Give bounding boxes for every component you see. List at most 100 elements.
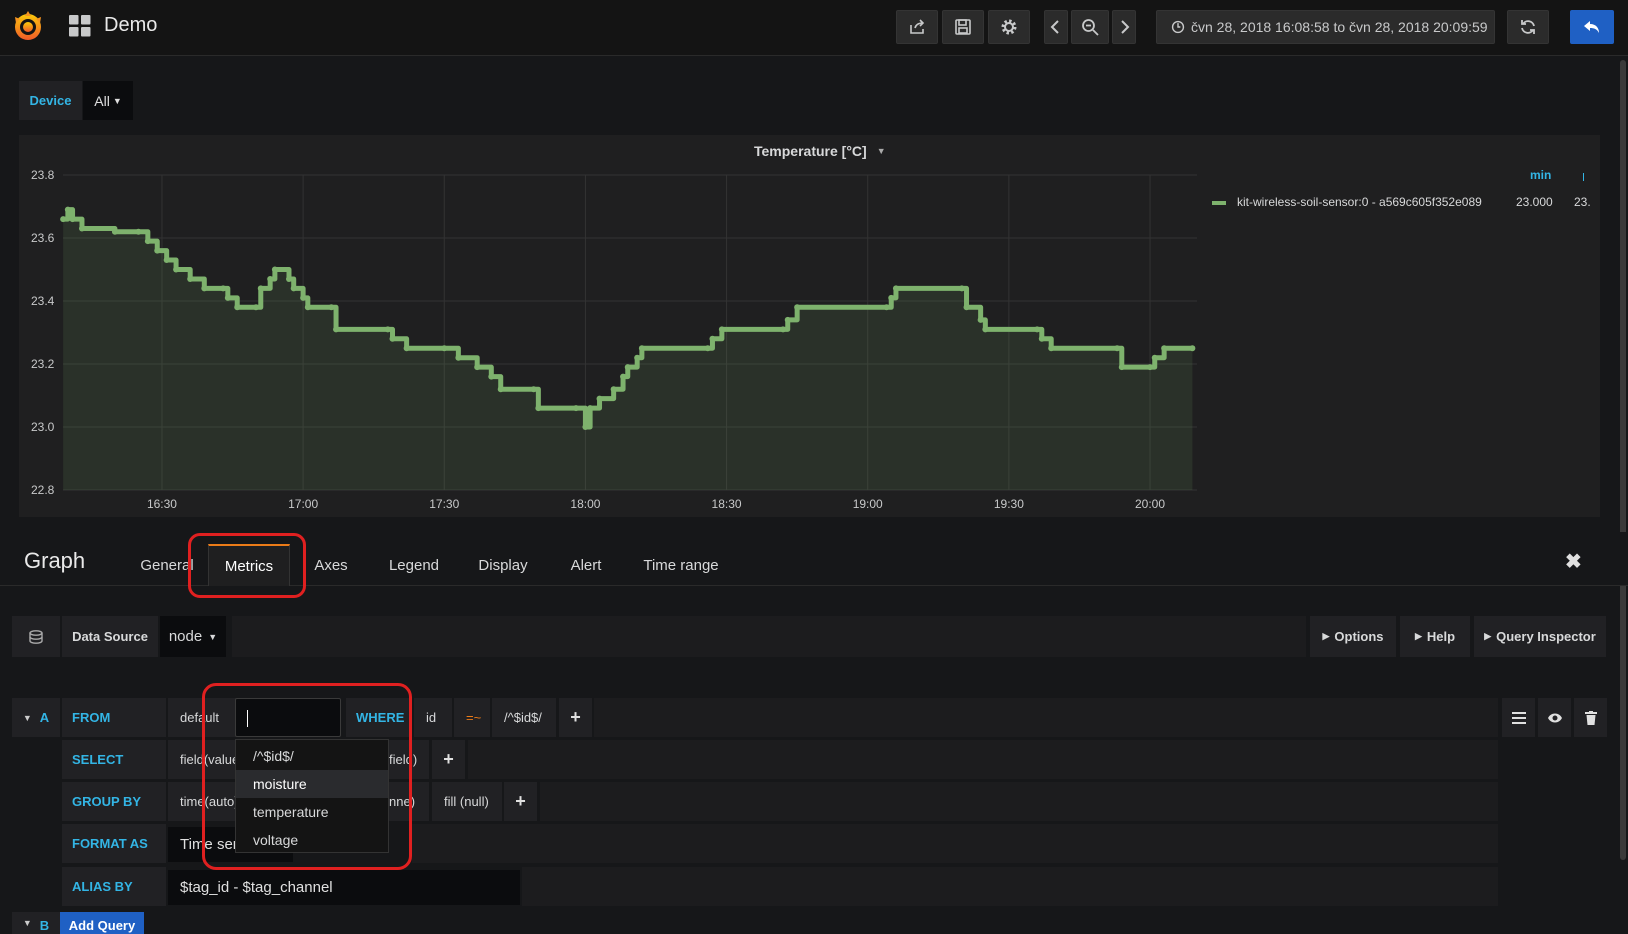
series-point xyxy=(1161,345,1168,352)
tab-legend[interactable]: Legend xyxy=(382,544,446,586)
add-query-button[interactable]: Add Query xyxy=(60,912,144,934)
series-point xyxy=(441,345,448,352)
format-as-label: FORMAT AS xyxy=(62,824,166,863)
x-tick-label: 19:30 xyxy=(994,497,1024,511)
series-point xyxy=(892,285,899,292)
toggle-visibility-button[interactable] xyxy=(1538,698,1571,737)
time-range-picker[interactable]: čvn 28, 2018 16:08:58 to čvn 28, 2018 20… xyxy=(1156,10,1495,44)
zoom-out-button[interactable] xyxy=(1071,10,1109,44)
series-area-fill xyxy=(63,209,1193,490)
series-point xyxy=(234,304,241,311)
variable-device-select[interactable]: All ▼ xyxy=(83,81,133,120)
series-point xyxy=(144,238,151,245)
top-navbar: Demo čvn 28, 2018 16:08:58 to čvn 28, 20… xyxy=(0,0,1628,56)
x-tick-label: 17:00 xyxy=(288,497,318,511)
where-operator-segment[interactable]: =~ xyxy=(454,698,490,737)
editor-title: Graph xyxy=(24,548,86,573)
query-inspector-toggle[interactable]: ▶ Query Inspector xyxy=(1474,616,1606,657)
add-group-by-button[interactable]: + xyxy=(504,782,537,821)
tab-alert[interactable]: Alert xyxy=(564,544,608,586)
alias-by-input[interactable]: $tag_id - $tag_channel xyxy=(168,870,520,905)
y-tick-label: 23.0 xyxy=(31,420,55,434)
caret-right-icon: ▶ xyxy=(1414,631,1422,641)
series-point xyxy=(596,395,603,402)
tab-axes[interactable]: Axes xyxy=(298,544,364,586)
legend-next-value: 23. xyxy=(1574,195,1591,209)
series-point xyxy=(253,304,260,311)
series-point xyxy=(977,316,984,323)
share-button[interactable] xyxy=(896,10,938,44)
series-point xyxy=(620,373,627,380)
group-by-fill-segment[interactable]: fill (null) xyxy=(432,782,502,821)
help-toggle[interactable]: ▶ Help xyxy=(1400,616,1470,657)
where-key-segment[interactable]: id xyxy=(414,698,452,737)
y-tick-label: 23.8 xyxy=(31,168,55,182)
series-point xyxy=(1034,326,1041,333)
series-point xyxy=(488,373,495,380)
x-tick-label: 18:00 xyxy=(570,497,600,511)
alias-row-filler xyxy=(522,867,1498,906)
options-toggle[interactable]: ▶ Options xyxy=(1310,616,1396,657)
series-point xyxy=(173,266,180,273)
series-point xyxy=(304,304,311,311)
series-point xyxy=(497,386,504,393)
from-row-filler xyxy=(594,698,1498,737)
series-point xyxy=(982,326,989,333)
group-by-label: GROUP BY xyxy=(62,782,166,821)
x-tick-label: 17:30 xyxy=(429,497,459,511)
chevron-left-icon xyxy=(1050,20,1059,34)
alias-by-label: ALIAS BY xyxy=(62,867,166,906)
datasource-value: node xyxy=(168,628,203,645)
share-icon xyxy=(910,19,925,34)
query-menu-button[interactable] xyxy=(1502,698,1535,737)
legend-min-header: min xyxy=(1530,168,1551,182)
where-value-segment[interactable]: /^$id$/ xyxy=(492,698,556,737)
caret-down-icon: ▼ xyxy=(22,918,32,928)
time-back-button[interactable] xyxy=(1044,10,1068,44)
legend-min-value: 23.000 xyxy=(1516,195,1553,209)
datasource-label: Data Source xyxy=(62,616,158,657)
refresh-button[interactable] xyxy=(1507,10,1549,44)
series-point xyxy=(111,228,118,235)
add-select-button[interactable]: + xyxy=(432,740,465,779)
series-point xyxy=(587,405,594,412)
series-point xyxy=(530,386,537,393)
delete-query-button[interactable] xyxy=(1574,698,1607,737)
series-point xyxy=(328,304,335,311)
x-tick-label: 19:00 xyxy=(853,497,883,511)
dashboard-title[interactable]: Demo xyxy=(104,14,157,37)
settings-button[interactable] xyxy=(988,10,1030,44)
back-to-dashboard-button[interactable] xyxy=(1570,10,1614,44)
y-tick-label: 22.8 xyxy=(31,483,55,497)
dashboards-grid-icon[interactable] xyxy=(68,14,92,38)
query-a-toggle[interactable]: ▼ A xyxy=(12,698,60,737)
time-forward-button[interactable] xyxy=(1112,10,1136,44)
trash-icon xyxy=(1584,710,1597,725)
datasource-select[interactable]: node ▼ xyxy=(160,616,226,657)
select-label: SELECT xyxy=(62,740,166,779)
eye-icon xyxy=(1547,713,1562,722)
from-label: FROM xyxy=(62,698,166,737)
time-range-text: čvn 28, 2018 16:08:58 to čvn 28, 2018 20… xyxy=(1191,19,1488,35)
tab-time-range[interactable]: Time range xyxy=(634,544,728,586)
query-b-toggle[interactable]: ▼ B xyxy=(12,912,60,934)
series-point xyxy=(267,275,274,282)
page-scrollbar[interactable] xyxy=(1620,60,1626,860)
series-point xyxy=(220,285,227,292)
series-point xyxy=(455,354,462,361)
series-point xyxy=(1114,345,1121,352)
tab-display[interactable]: Display xyxy=(472,544,534,586)
temperature-chart[interactable]: 23.8 23.6 23.4 23.2 23.0 22.8 16:30 17:00 17:30 1… xyxy=(19,135,1600,517)
series-point xyxy=(300,294,307,301)
close-editor-icon[interactable]: ✖ xyxy=(1565,549,1582,574)
grafana-logo-icon[interactable] xyxy=(10,8,46,44)
series-point xyxy=(883,304,890,311)
save-button[interactable] xyxy=(942,10,984,44)
add-where-button[interactable]: + xyxy=(559,698,592,737)
save-icon xyxy=(955,19,971,35)
series-point xyxy=(573,405,580,412)
chevron-right-icon xyxy=(1121,20,1130,34)
series-point xyxy=(634,354,641,361)
y-tick-label: 23.6 xyxy=(31,231,55,245)
caret-right-icon: ▶ xyxy=(1484,631,1492,641)
